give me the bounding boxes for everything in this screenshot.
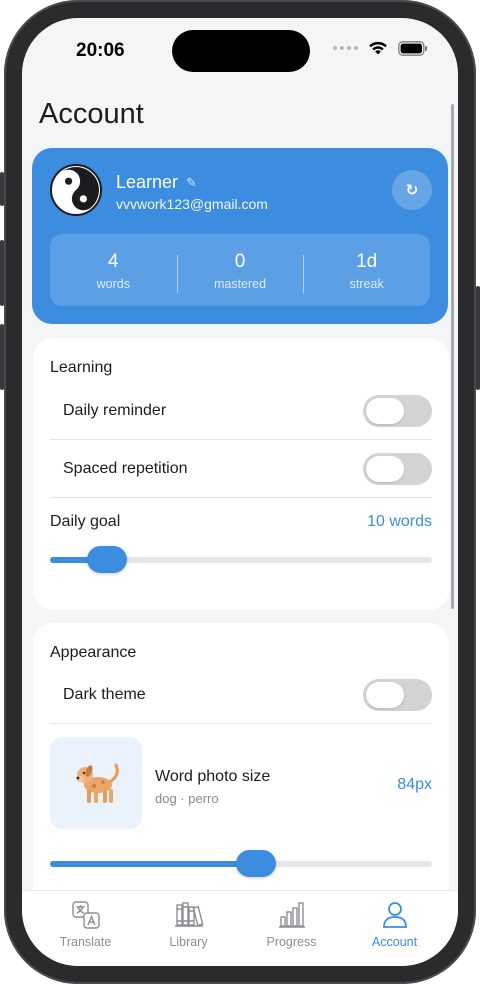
tab-label: Translate <box>59 935 112 949</box>
slider-fill <box>50 861 256 867</box>
section-title-learning: Learning <box>50 359 113 376</box>
dark-theme-row[interactable]: Dark theme <box>50 666 432 724</box>
toggle-knob <box>366 398 404 424</box>
dark-theme-toggle[interactable] <box>363 679 432 711</box>
daily-reminder-label: Daily reminder <box>63 402 167 419</box>
volume-down-button <box>0 324 4 390</box>
tab-translate[interactable]: Translate <box>34 899 137 966</box>
spaced-repetition-label: Spaced repetition <box>63 460 188 477</box>
divider <box>50 723 432 724</box>
tab-label: Library <box>169 935 208 949</box>
pencil-edit-icon[interactable]: ✎ <box>186 175 197 191</box>
appearance-card: Appearance Dark theme Word photo size do… <box>33 623 449 923</box>
tab-label: Account <box>371 935 418 949</box>
tab-account[interactable]: Account <box>343 899 446 966</box>
stat-value: 4 <box>108 251 119 272</box>
wifi-icon <box>369 41 387 55</box>
stat-value: 0 <box>234 251 246 272</box>
dark-theme-label: Dark theme <box>63 686 146 703</box>
battery-icon <box>398 40 427 56</box>
stat-label: words <box>96 277 130 291</box>
refresh-icon: ↻ <box>405 182 419 199</box>
spaced-repetition-toggle[interactable] <box>363 453 432 485</box>
word-photo-size-slider[interactable] <box>50 849 432 879</box>
status-time: 20:06 <box>76 40 125 61</box>
daily-goal-label: Daily goal <box>50 513 121 530</box>
stat-mastered: 0 mastered <box>176 249 304 293</box>
slider-thumb[interactable] <box>236 850 276 877</box>
dynamic-island <box>172 30 310 72</box>
daily-goal-value: 10 words <box>367 513 432 530</box>
stat-streak: 1d streak <box>303 249 430 293</box>
daily-goal-slider[interactable] <box>50 545 432 575</box>
tab-bar: Translate Library Progress Account <box>22 890 458 966</box>
daily-reminder-toggle[interactable] <box>363 395 432 427</box>
profile-card: Learner ✎ vvvwork123@gmail.com ↻ 4 words… <box>32 148 448 324</box>
scroll-indicator[interactable] <box>451 104 454 609</box>
library-icon <box>174 902 203 927</box>
power-button <box>476 286 480 390</box>
app-screen: 20:06 Account Learner ✎ vvvwork123@gmail… <box>22 18 458 966</box>
volume-up-button <box>0 240 4 306</box>
spaced-repetition-row[interactable]: Spaced repetition <box>50 440 432 498</box>
tab-progress[interactable]: Progress <box>240 899 343 966</box>
word-photo-size-label: Word photo size <box>155 768 271 785</box>
user-email: vvvwork123@gmail.com <box>116 196 268 212</box>
stat-label: mastered <box>213 277 267 291</box>
status-bar: 20:06 <box>22 18 458 82</box>
page-title: Account <box>39 98 144 130</box>
learning-card: Learning Daily reminder Spaced repetitio… <box>33 338 449 610</box>
divider <box>50 497 432 498</box>
word-photo-size-value: 84px <box>397 776 432 793</box>
translate-icon <box>71 901 100 929</box>
stat-words: 4 words <box>50 249 177 291</box>
action-button <box>0 172 4 206</box>
tab-library[interactable]: Library <box>137 899 240 966</box>
word-photo-preview <box>50 737 142 829</box>
user-name-text: Learner <box>116 172 179 192</box>
avatar-yin-yang-icon[interactable] <box>50 164 102 216</box>
word-photo-example: dog · perro <box>155 791 219 806</box>
toggle-knob <box>366 682 404 708</box>
tab-label: Progress <box>266 935 317 949</box>
toggle-knob <box>366 456 404 482</box>
section-title-appearance: Appearance <box>50 644 137 661</box>
cellular-signal-icon <box>333 46 358 50</box>
progress-icon <box>278 902 305 928</box>
daily-reminder-row[interactable]: Daily reminder <box>50 382 432 440</box>
stat-label: streak <box>349 277 384 291</box>
refresh-button[interactable]: ↻ <box>392 170 432 210</box>
stats-panel: 4 words 0 mastered 1d streak <box>50 234 430 306</box>
status-icons <box>333 40 428 56</box>
account-icon <box>382 902 407 928</box>
dog-icon <box>76 763 119 803</box>
slider-thumb[interactable] <box>87 546 127 573</box>
stat-value: 1d <box>356 251 378 272</box>
user-name[interactable]: Learner ✎ <box>116 172 197 193</box>
